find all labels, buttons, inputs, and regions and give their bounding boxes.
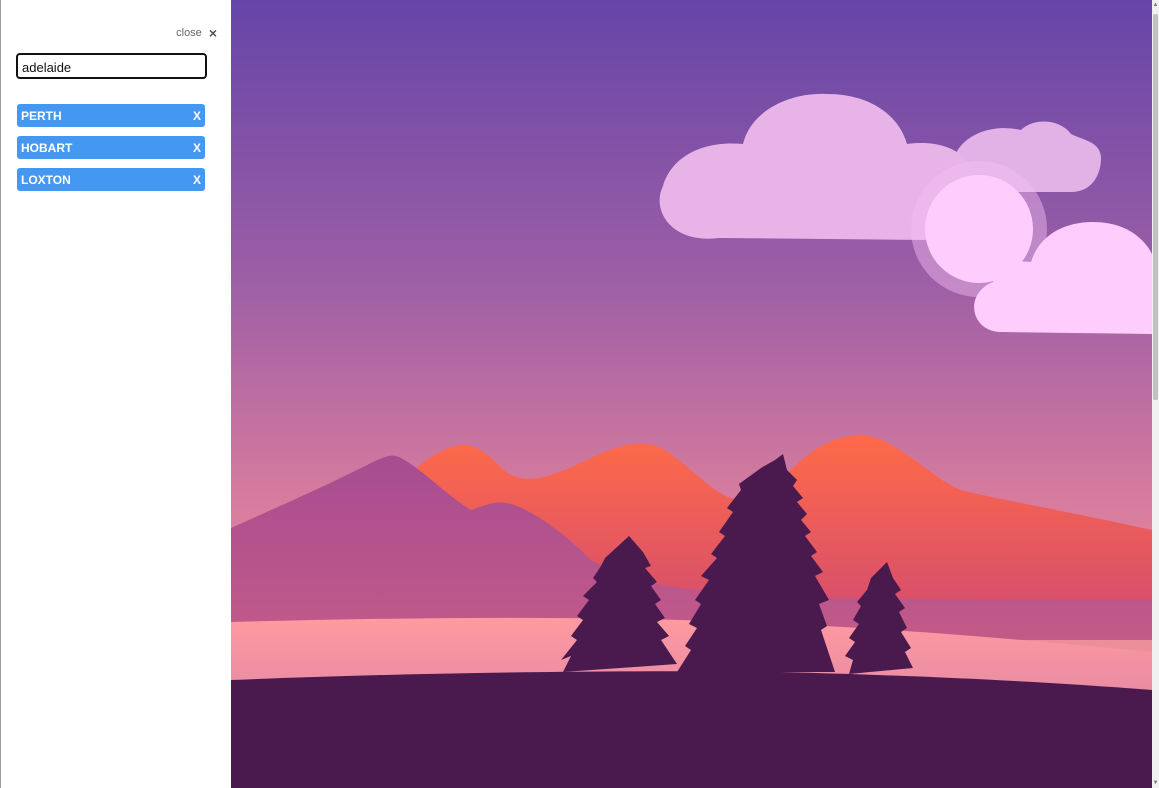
- city-name: PERTH: [21, 108, 62, 123]
- remove-city-button[interactable]: X: [193, 173, 201, 187]
- ground: [231, 671, 1152, 788]
- city-item-perth[interactable]: PERTH X: [17, 104, 205, 127]
- sidebar: close × PERTH X HOBART X LOXTON X: [0, 0, 231, 788]
- remove-city-button[interactable]: X: [193, 141, 201, 155]
- scroll-down-arrow-icon[interactable]: ▼: [1152, 778, 1159, 788]
- city-list: PERTH X HOBART X LOXTON X: [17, 104, 205, 200]
- city-name: LOXTON: [21, 172, 71, 187]
- city-name: HOBART: [21, 140, 73, 155]
- close-button[interactable]: close ×: [176, 26, 217, 40]
- page: close × PERTH X HOBART X LOXTON X: [0, 0, 1159, 788]
- city-item-hobart[interactable]: HOBART X: [17, 136, 205, 159]
- close-icon[interactable]: ×: [209, 26, 217, 40]
- city-search-input[interactable]: [16, 53, 207, 79]
- scrollbar-thumb[interactable]: [1153, 14, 1158, 400]
- scrollbar[interactable]: ▲ ▼: [1152, 0, 1159, 788]
- close-label: close: [176, 27, 202, 39]
- landscape-illustration: [231, 0, 1152, 788]
- city-item-loxton[interactable]: LOXTON X: [17, 168, 205, 191]
- scroll-up-arrow-icon[interactable]: ▲: [1152, 0, 1159, 10]
- remove-city-button[interactable]: X: [193, 109, 201, 123]
